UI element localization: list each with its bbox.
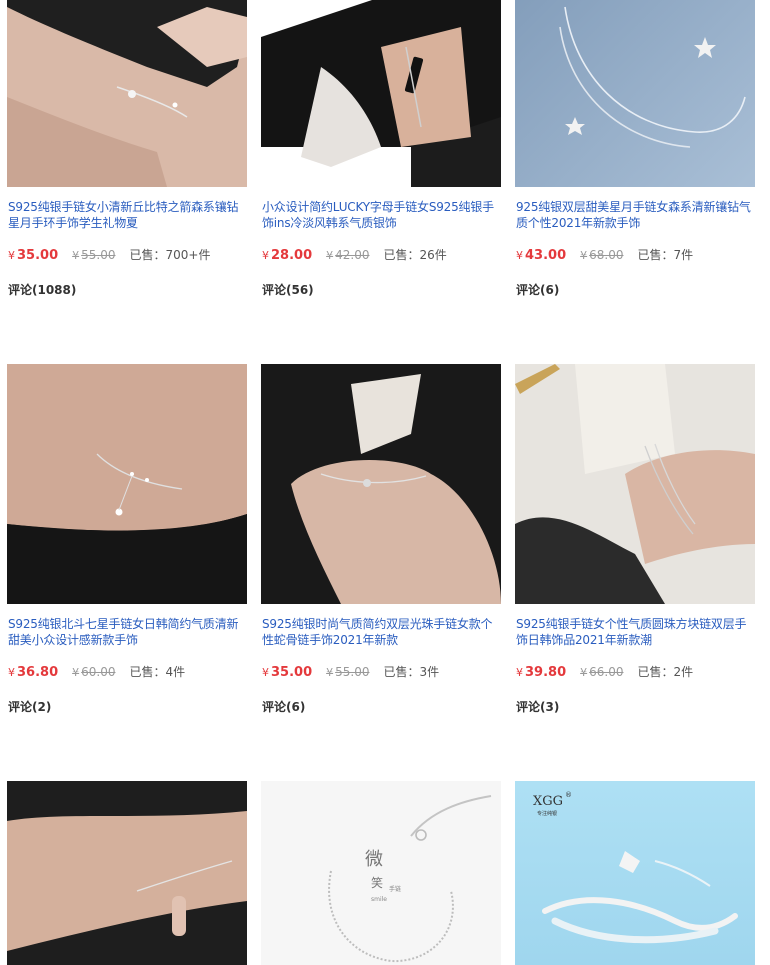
product-card[interactable]: S925纯银北斗七星手链女日韩简约气质清新甜美小众设计感新款手饰 ¥36.80 ¥… bbox=[7, 364, 247, 724]
product-image[interactable] bbox=[515, 364, 755, 604]
product-title[interactable]: 925纯银双层甜美星月手链女森系清新镶钻气质个性2021年新款手饰 bbox=[516, 199, 756, 231]
original-price: ¥60.00 bbox=[72, 665, 116, 679]
review-count[interactable]: 评论(1088) bbox=[8, 281, 76, 298]
image-text: 微 bbox=[365, 849, 383, 870]
price-row: ¥35.00 ¥55.00 已售：700+件 bbox=[8, 246, 211, 263]
product-title[interactable]: S925纯银时尚气质简约双层光珠手链女款个性蛇骨链手饰2021年新款 bbox=[262, 616, 502, 648]
product-image[interactable] bbox=[261, 364, 501, 604]
price-row: ¥43.00 ¥68.00 已售：7件 bbox=[516, 246, 694, 263]
sold-count: 已售：4件 bbox=[129, 665, 186, 679]
original-price: ¥55.00 bbox=[326, 665, 370, 679]
image-text: 笑 bbox=[371, 875, 383, 890]
review-count[interactable]: 评论(3) bbox=[516, 698, 559, 715]
original-price: ¥66.00 bbox=[580, 665, 624, 679]
product-card[interactable]: S925纯银手链女小清新丘比特之箭森系镶钻星月手环手饰学生礼物夏 ¥35.00 ¥… bbox=[7, 0, 247, 310]
image-text: smile bbox=[371, 896, 387, 903]
review-count[interactable]: 评论(6) bbox=[262, 698, 305, 715]
product-grid: S925纯银手链女小清新丘比特之箭森系镶钻星月手环手饰学生礼物夏 ¥35.00 ¥… bbox=[0, 0, 770, 965]
current-price: ¥39.80 bbox=[516, 665, 567, 680]
product-image[interactable]: XGG ® 专注纯银 bbox=[515, 781, 755, 965]
sold-count: 已售：7件 bbox=[637, 248, 694, 262]
review-count[interactable]: 评论(56) bbox=[262, 281, 314, 298]
current-price: ¥36.80 bbox=[8, 665, 59, 680]
current-price: ¥35.00 bbox=[8, 248, 59, 263]
price-row: ¥35.00 ¥55.00 已售：3件 bbox=[262, 663, 440, 680]
product-image[interactable] bbox=[7, 781, 247, 965]
product-image[interactable] bbox=[261, 0, 501, 187]
brand-logo-subtitle: 专注纯银 bbox=[537, 810, 557, 817]
product-card[interactable]: 微 笑 手链 smile bbox=[261, 781, 501, 965]
product-title[interactable]: S925纯银北斗七星手链女日韩简约气质清新甜美小众设计感新款手饰 bbox=[8, 616, 248, 648]
product-card[interactable]: S925纯银时尚气质简约双层光珠手链女款个性蛇骨链手饰2021年新款 ¥35.0… bbox=[261, 364, 501, 724]
original-price: ¥55.00 bbox=[72, 248, 116, 262]
brand-logo-mark: ® bbox=[565, 791, 572, 799]
sold-count: 已售：26件 bbox=[383, 248, 447, 262]
sold-count: 已售：700+件 bbox=[129, 248, 211, 262]
product-image[interactable] bbox=[7, 0, 247, 187]
product-card[interactable]: S925纯银手链女个性气质圆珠方块链双层手饰日韩饰品2021年新款潮 ¥39.8… bbox=[515, 364, 755, 724]
original-price: ¥42.00 bbox=[326, 248, 370, 262]
product-card[interactable] bbox=[7, 781, 247, 965]
product-image[interactable]: 微 笑 手链 smile bbox=[261, 781, 501, 965]
product-title[interactable]: S925纯银手链女小清新丘比特之箭森系镶钻星月手环手饰学生礼物夏 bbox=[8, 199, 248, 231]
current-price: ¥43.00 bbox=[516, 248, 567, 263]
price-row: ¥28.00 ¥42.00 已售：26件 bbox=[262, 246, 447, 263]
product-card[interactable]: 小众设计简约LUCKY字母手链女S925纯银手饰ins冷淡风韩系气质银饰 ¥28… bbox=[261, 0, 501, 310]
product-image[interactable] bbox=[7, 364, 247, 604]
original-price: ¥68.00 bbox=[580, 248, 624, 262]
image-text: 手链 bbox=[389, 885, 401, 893]
product-image[interactable] bbox=[515, 0, 755, 187]
review-count[interactable]: 评论(6) bbox=[516, 281, 559, 298]
product-title[interactable]: S925纯银手链女个性气质圆珠方块链双层手饰日韩饰品2021年新款潮 bbox=[516, 616, 756, 648]
product-title[interactable]: 小众设计简约LUCKY字母手链女S925纯银手饰ins冷淡风韩系气质银饰 bbox=[262, 199, 502, 231]
review-count[interactable]: 评论(2) bbox=[8, 698, 51, 715]
current-price: ¥28.00 bbox=[262, 248, 313, 263]
price-row: ¥39.80 ¥66.00 已售：2件 bbox=[516, 663, 694, 680]
sold-count: 已售：2件 bbox=[637, 665, 694, 679]
current-price: ¥35.00 bbox=[262, 665, 313, 680]
product-card[interactable]: 925纯银双层甜美星月手链女森系清新镶钻气质个性2021年新款手饰 ¥43.00… bbox=[515, 0, 755, 310]
brand-logo-text: XGG bbox=[533, 794, 563, 809]
sold-count: 已售：3件 bbox=[383, 665, 440, 679]
product-card[interactable]: XGG ® 专注纯银 bbox=[515, 781, 755, 965]
price-row: ¥36.80 ¥60.00 已售：4件 bbox=[8, 663, 186, 680]
